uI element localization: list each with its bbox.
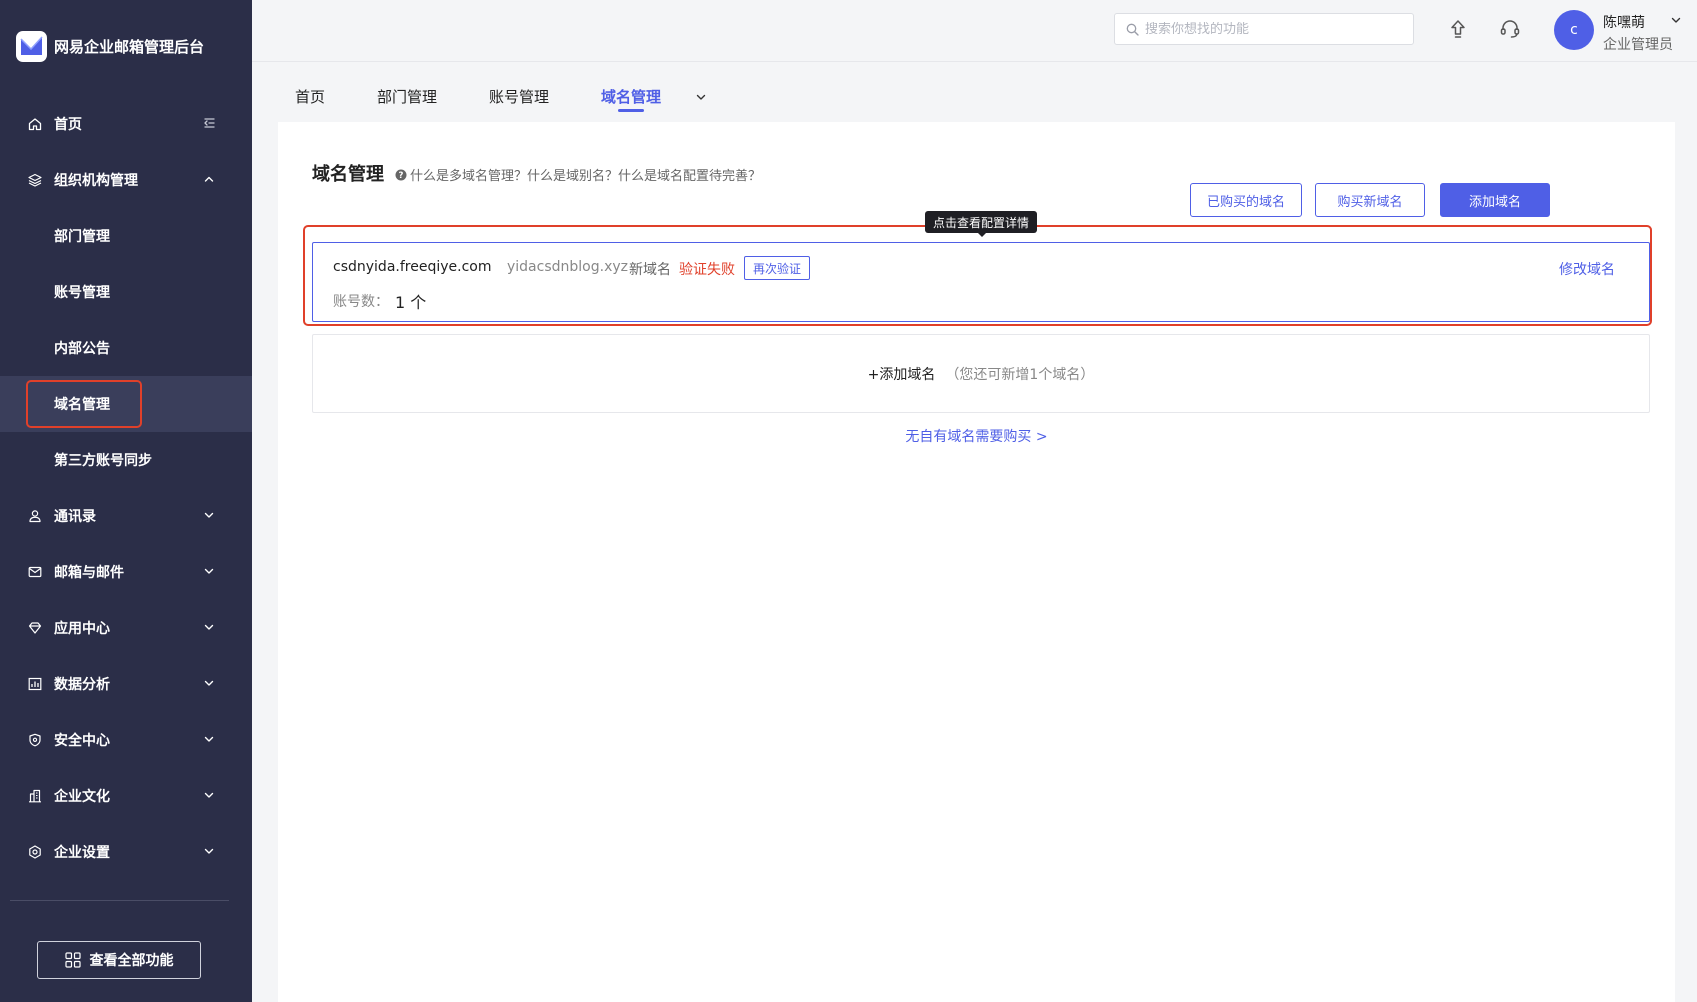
- sidebar-item-analytics[interactable]: 数据分析: [0, 656, 252, 712]
- search-icon: [1126, 23, 1139, 36]
- sidebar-nav: 首页 组织机构管理 部门管理 账号管理 内部公告 域名管理 第三方账号同步 通讯…: [0, 96, 252, 880]
- sidebar-item-settings[interactable]: 企业设置: [0, 824, 252, 880]
- buy-domain-link[interactable]: 无自有域名需要购买 >: [278, 426, 1675, 446]
- netease-mail-logo-icon: [16, 30, 47, 62]
- chevron-down-icon: [204, 736, 214, 742]
- edit-domain-link[interactable]: 修改域名: [1559, 259, 1615, 279]
- mail-icon: [28, 566, 42, 578]
- app-title: 网易企业邮箱管理后台: [54, 37, 205, 56]
- search-box[interactable]: [1114, 13, 1414, 45]
- sidebar-item-label: 应用中心: [54, 621, 110, 637]
- tab-department[interactable]: 部门管理: [377, 86, 437, 107]
- account-count: 1 个: [395, 293, 427, 312]
- domain-row[interactable]: csdnyida.freeqiye.com yidacsdnblog.xyz 新…: [312, 242, 1650, 322]
- purchased-domains-button[interactable]: 已购买的域名: [1190, 183, 1302, 217]
- svg-text:?: ?: [399, 171, 404, 181]
- sidebar-item-label: 账号管理: [54, 285, 110, 301]
- diamond-icon: [28, 622, 42, 634]
- sidebar-item-mailbox[interactable]: 邮箱与邮件: [0, 544, 252, 600]
- sidebar-item-contacts[interactable]: 通讯录: [0, 488, 252, 544]
- top-bar: c 陈嘿萌 企业管理员: [252, 0, 1697, 62]
- question-circle-icon: ?: [395, 169, 407, 181]
- sidebar-item-label: 安全中心: [54, 733, 110, 749]
- tab-bar: 首页 部门管理 账号管理 域名管理: [252, 62, 1697, 122]
- user-role: 企业管理员: [1603, 37, 1673, 53]
- sidebar-item-culture[interactable]: 企业文化: [0, 768, 252, 824]
- add-domain-button[interactable]: 添加域名: [1440, 183, 1550, 217]
- chevron-down-icon[interactable]: [694, 90, 708, 104]
- new-domain-tag: 新域名: [629, 262, 671, 278]
- sidebar-item-third-party-sync[interactable]: 第三方账号同步: [0, 432, 252, 488]
- sidebar-item-label: 部门管理: [54, 229, 110, 245]
- sidebar-item-accounts[interactable]: 账号管理: [0, 264, 252, 320]
- sidebar-item-label: 数据分析: [54, 677, 110, 693]
- brand[interactable]: 网易企业邮箱管理后台: [16, 30, 204, 62]
- sidebar-item-domains[interactable]: 域名管理: [0, 376, 252, 432]
- shield-icon: [29, 733, 41, 747]
- domain-alias: yidacsdnblog.xyz: [507, 259, 628, 275]
- gear-icon: [29, 845, 41, 859]
- buy-new-domain-button[interactable]: 购买新域名: [1315, 183, 1425, 217]
- tab-domains[interactable]: 域名管理: [601, 86, 661, 107]
- chevron-down-icon[interactable]: [1670, 14, 1682, 26]
- sidebar-item-organization[interactable]: 组织机构管理: [0, 152, 252, 208]
- sidebar-item-label: 第三方账号同步: [54, 453, 152, 469]
- sidebar-item-label: 企业文化: [54, 789, 110, 805]
- verification-status: 验证失败: [679, 262, 735, 278]
- tooltip-arrow: [977, 232, 987, 237]
- config-details-tooltip: 点击查看配置详情: [925, 211, 1037, 233]
- sidebar-item-home[interactable]: 首页: [0, 96, 252, 152]
- sidebar-item-label: 域名管理: [54, 397, 110, 413]
- tab-accounts[interactable]: 账号管理: [489, 86, 549, 107]
- grid-icon: [64, 952, 81, 968]
- upload-icon[interactable]: [1446, 17, 1470, 41]
- account-count-label: 账号数：: [333, 294, 389, 310]
- add-domain-hint: （您还可新增1个域名）: [945, 366, 1095, 383]
- chevron-down-icon: [204, 624, 214, 630]
- sidebar-item-label: 首页: [54, 117, 82, 133]
- sidebar-item-label: 组织机构管理: [54, 173, 138, 189]
- chevron-down-icon: [204, 792, 214, 798]
- chevron-down-icon: [204, 568, 214, 574]
- sidebar: 网易企业邮箱管理后台 首页 组织机构管理 部门管理 账号管理 内部公告 域名管理…: [0, 0, 252, 1002]
- collapse-sidebar-icon[interactable]: [202, 116, 216, 130]
- help-text[interactable]: 什么是多域名管理？什么是域别名？什么是域名配置待完善？: [410, 165, 761, 184]
- user-icon: [29, 510, 41, 523]
- sidebar-item-label: 通讯录: [54, 509, 96, 525]
- avatar-letter: c: [1570, 22, 1578, 38]
- sidebar-item-department[interactable]: 部门管理: [0, 208, 252, 264]
- view-all-functions-button[interactable]: 查看全部功能: [37, 941, 201, 979]
- chevron-down-icon: [204, 512, 214, 518]
- main-content: 域名管理 ? 什么是多域名管理？什么是域别名？什么是域名配置待完善？ 已购买的域…: [278, 122, 1675, 1002]
- chevron-down-icon: [204, 848, 214, 854]
- add-domain-label: +添加域名: [867, 366, 936, 383]
- headset-icon[interactable]: [1498, 17, 1522, 41]
- sidebar-item-label: 邮箱与邮件: [54, 565, 124, 581]
- sidebar-divider: [10, 900, 229, 901]
- layers-icon: [28, 173, 42, 187]
- chevron-up-icon: [204, 176, 214, 182]
- building-icon: [29, 789, 41, 803]
- page-title: 域名管理: [312, 164, 384, 185]
- tab-home[interactable]: 首页: [295, 86, 325, 107]
- reverify-button[interactable]: 再次验证: [744, 256, 810, 280]
- sidebar-item-label: 企业设置: [54, 845, 110, 861]
- sidebar-item-label: 内部公告: [54, 341, 110, 357]
- avatar[interactable]: c: [1554, 10, 1594, 50]
- home-icon: [28, 118, 42, 131]
- chevron-down-icon: [204, 680, 214, 686]
- sidebar-item-announcements[interactable]: 内部公告: [0, 320, 252, 376]
- chart-icon: [28, 677, 42, 691]
- domain-name: csdnyida.freeqiye.com: [333, 259, 492, 275]
- help-links[interactable]: ? 什么是多域名管理？什么是域别名？什么是域名配置待完善？: [395, 165, 761, 184]
- sidebar-item-apps[interactable]: 应用中心: [0, 600, 252, 656]
- add-domain-row[interactable]: +添加域名 （您还可新增1个域名）: [312, 334, 1650, 413]
- user-name[interactable]: 陈嘿萌: [1603, 12, 1645, 32]
- search-input[interactable]: [1145, 21, 1395, 37]
- sidebar-item-security[interactable]: 安全中心: [0, 712, 252, 768]
- view-all-functions-label: 查看全部功能: [89, 953, 174, 969]
- active-tab-indicator: [618, 109, 644, 112]
